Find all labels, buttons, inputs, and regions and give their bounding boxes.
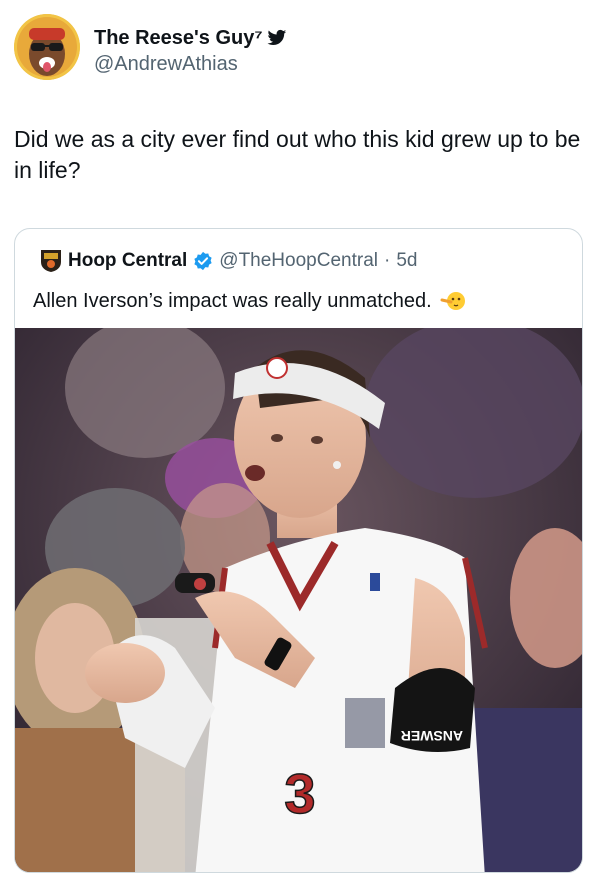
quoted-tweet-card[interactable]: Hoop Central @TheHoopCentral · 5d Allen …: [14, 228, 583, 873]
twitter-bird-icon: [267, 29, 287, 47]
hoop-central-logo-icon[interactable]: [40, 249, 62, 273]
quoted-display-name[interactable]: Hoop Central: [68, 250, 187, 272]
quoted-separator: ·: [383, 250, 391, 271]
author-display-name[interactable]: The Reese's Guy⁷: [94, 27, 263, 50]
quoted-tweet-header: Hoop Central @TheHoopCentral · 5d: [40, 249, 417, 273]
quoted-tweet-text-row: Allen Iverson’s impact was really unmatc…: [33, 289, 466, 313]
quoted-tweet-text: Allen Iverson’s impact was really unmatc…: [33, 289, 432, 312]
verified-badge-icon: [193, 251, 213, 271]
quoted-tweet-photo[interactable]: ANSWER 3: [15, 328, 582, 872]
tweet-header: The Reese's Guy⁷ @AndrewAthias: [14, 14, 584, 94]
avatar-sunglasses-icon: [14, 14, 80, 80]
arm-sleeve-text: ANSWER: [401, 728, 463, 744]
shushing-face-emoji-icon: [440, 289, 466, 313]
quoted-timestamp[interactable]: 5d: [396, 250, 417, 272]
author-handle[interactable]: @AndrewAthias: [94, 53, 287, 76]
jersey-number: 3: [284, 762, 315, 825]
tweet-text: Did we as a city ever find out who this …: [14, 126, 581, 183]
quoted-handle[interactable]: @TheHoopCentral: [219, 250, 378, 272]
author-avatar[interactable]: [14, 14, 80, 80]
